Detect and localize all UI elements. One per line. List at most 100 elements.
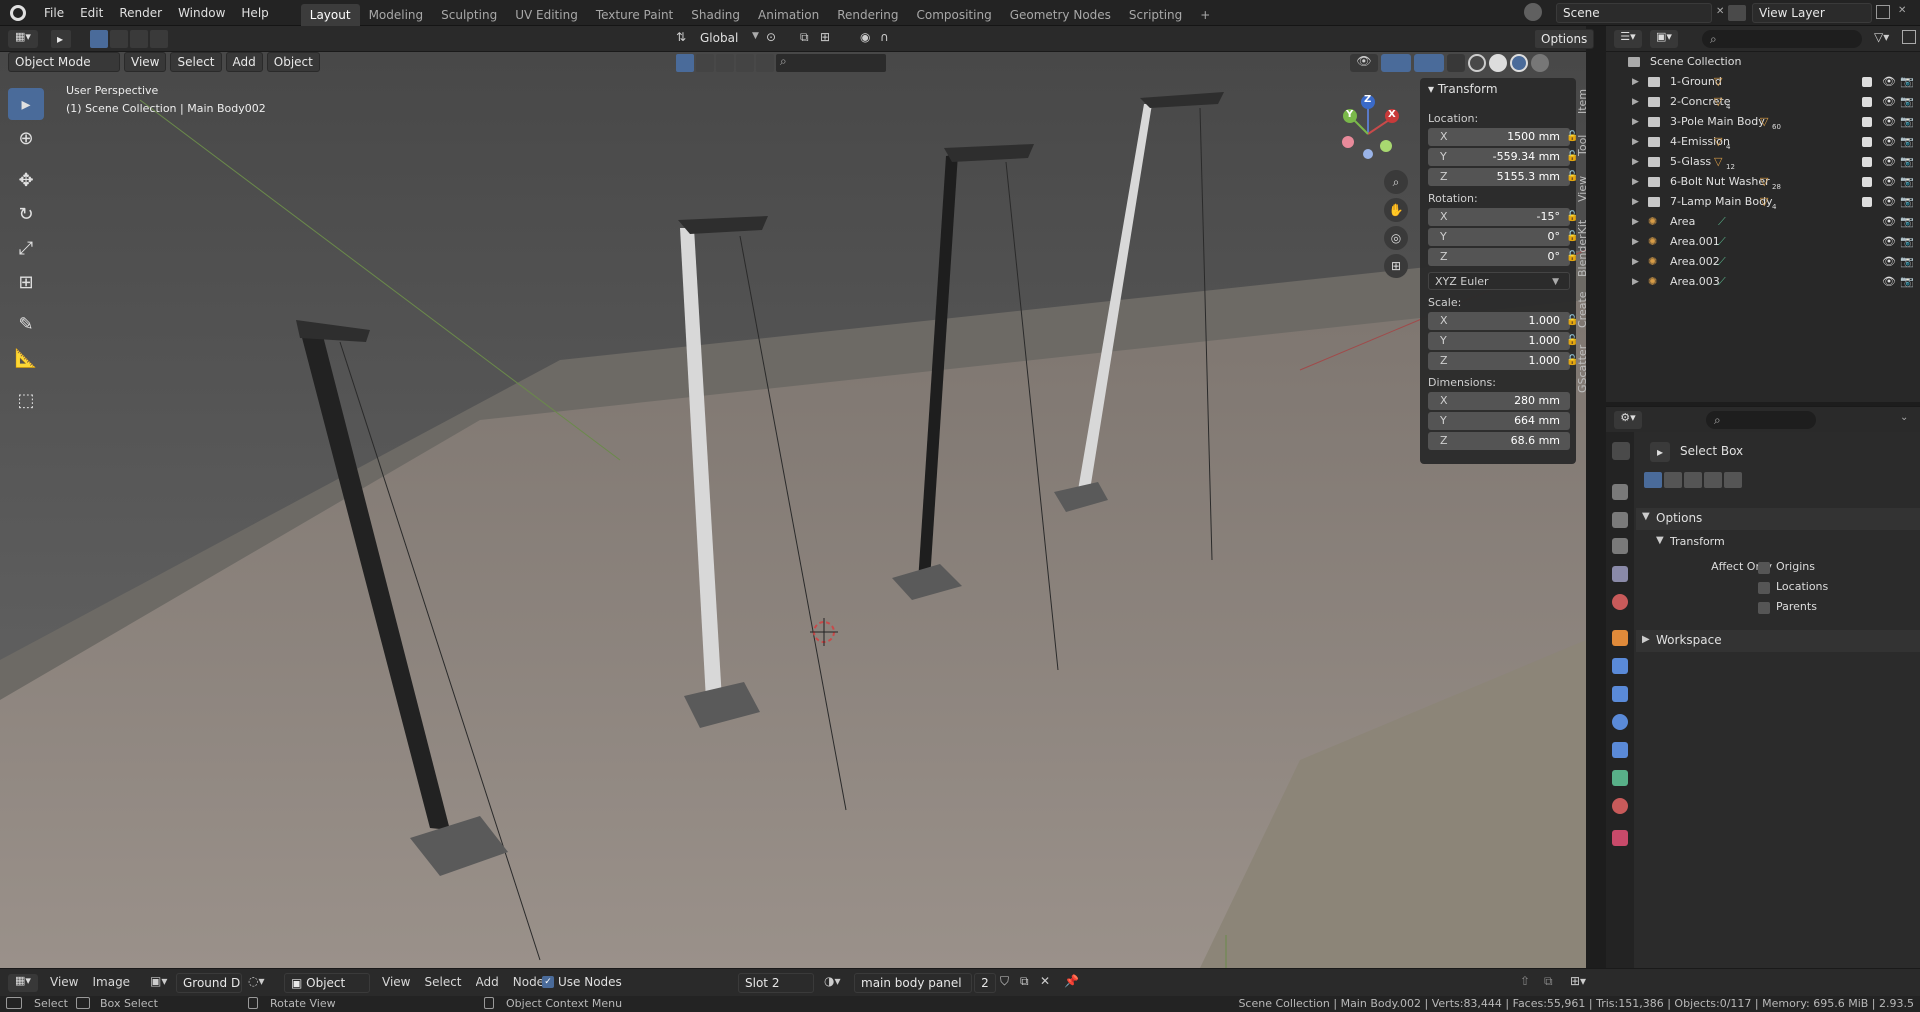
image-field[interactable]: Ground Di [176,973,242,993]
blender-logo-icon[interactable] [10,4,26,21]
add-cube-tool-icon[interactable]: ⬚ [8,384,44,416]
camera-icon[interactable]: 📷 [1900,132,1914,152]
close-icon[interactable]: ✕ [1898,5,1906,16]
eye-icon[interactable]: 👁 [1882,92,1896,112]
dimensions-y-field[interactable]: Y 664 mm [1428,412,1570,430]
world-filter-icon[interactable] [736,54,754,72]
scene-field[interactable]: Scene [1556,3,1712,23]
pan-hand-icon[interactable]: ✋ [1384,198,1408,222]
rendered-shading-icon[interactable] [1531,54,1549,72]
mode-subtract-icon[interactable] [130,30,148,48]
new-collection-icon[interactable] [1902,30,1916,44]
outliner-row[interactable]: ▶ 4-Emission ▽ 4 👁 📷 [1606,132,1920,152]
side-tab-item[interactable]: Item [1576,86,1594,116]
options-dropdown[interactable]: Options [1534,29,1595,49]
tab-modeling[interactable]: Modeling [360,4,433,26]
tab-geometry-nodes[interactable]: Geometry Nodes [1001,4,1120,26]
physics-tab-icon[interactable] [1612,714,1628,730]
snap-icon[interactable]: ⧉ [1544,974,1553,989]
texture-tab-icon[interactable] [1612,830,1628,846]
world-tab-icon[interactable] [1612,594,1628,610]
mode-new-icon[interactable] [1644,472,1662,488]
display-mode-icon[interactable]: ▣▾ [1650,30,1678,48]
select-filter-icon[interactable] [676,54,694,72]
scale-y-field[interactable]: Y 1.000 [1428,332,1570,350]
origins-checkbox[interactable] [1758,562,1770,574]
duplicate-icon[interactable]: ⧉ [1020,974,1029,989]
eye-icon[interactable]: 👁 [1882,132,1896,152]
node-menu-node[interactable]: Node [513,975,544,989]
chevron-right-icon[interactable]: ▶ [1632,92,1639,112]
xray-icon[interactable] [1447,54,1465,72]
chevron-right-icon[interactable]: ▶ [1632,132,1639,152]
exclude-checkbox[interactable] [1862,137,1872,147]
annotate-tool-icon[interactable]: ✎ [8,308,44,340]
tab-layout[interactable]: Layout [300,3,360,26]
side-tab-view[interactable]: View [1576,174,1594,204]
transform-panel-header[interactable]: ▾ Transform [1428,82,1498,96]
outliner-row[interactable]: ▶ 6-Bolt Nut Washer ▽ 28 👁 📷 [1606,172,1920,192]
render-tab-icon[interactable] [1612,484,1628,500]
rotate-tool-icon[interactable]: ↻ [8,198,44,230]
measure-tool-icon[interactable]: 📐 [8,342,44,374]
chevron-right-icon[interactable]: ▶ [1632,192,1639,212]
mode-extend-icon[interactable] [1664,472,1682,488]
tab-animation[interactable]: Animation [749,4,828,26]
chevron-right-icon[interactable]: ▶ [1632,272,1639,292]
visibility-icon[interactable]: 👁 [1350,54,1378,72]
menu-render[interactable]: Render [111,0,170,26]
select-tool-icon[interactable]: ▸ [50,29,72,49]
menu-file[interactable]: File [36,0,72,26]
slot-dropdown[interactable]: Slot 2 [738,973,814,993]
location-y-field[interactable]: Y -559.34 mm [1428,148,1570,166]
exclude-checkbox[interactable] [1862,157,1872,167]
3d-viewport[interactable]: User Perspective (1) Scene Collection | … [0,52,1586,968]
material-filter-icon[interactable] [716,54,734,72]
scene-tab-icon[interactable] [1612,566,1628,582]
location-z-field[interactable]: Z 5155.3 mm [1428,168,1570,186]
menu-window[interactable]: Window [170,0,233,26]
transform-subsection-header[interactable]: ▼ Transform [1650,532,1920,552]
bottom-menu-view[interactable]: View [50,975,78,989]
close-icon[interactable]: ✕ [1716,6,1724,17]
node-menu-select[interactable]: Select [424,975,461,989]
view-layer-field[interactable]: View Layer [1752,3,1872,23]
eye-icon[interactable]: 👁 [1882,72,1896,92]
select-mode-group[interactable] [90,30,180,48]
side-tab-blenderkit[interactable]: BlenderKit [1576,218,1594,278]
node-menu-add[interactable]: Add [476,975,499,989]
editor-type-icon[interactable]: ▦▾ [8,974,38,992]
solid-shading-icon[interactable] [1489,54,1507,72]
filter-icon[interactable]: ▽▾ [1874,30,1889,44]
tab-uv-editing[interactable]: UV Editing [506,4,587,26]
pivot-icon[interactable]: ⊙ [766,30,776,44]
material-users-count[interactable]: 2 [974,973,996,993]
exclude-checkbox[interactable] [1862,77,1872,87]
mode-subtract-icon[interactable] [1684,472,1702,488]
copy-icon[interactable] [1876,5,1890,19]
ortho-grid-icon[interactable]: ⊞ [1384,254,1408,278]
exclude-checkbox[interactable] [1862,117,1872,127]
viewport-menu-object[interactable]: Object [266,52,320,72]
tool-tab-icon[interactable] [1612,442,1630,460]
chevron-down-icon[interactable]: ⌄ [1900,412,1908,423]
exclude-checkbox[interactable] [1862,197,1872,207]
chevron-right-icon[interactable]: ▶ [1632,232,1639,252]
mode-intersect-icon[interactable] [1724,472,1742,488]
select-box-tool-icon[interactable]: ▸ [8,88,44,120]
mode-new-icon[interactable] [90,30,108,48]
eye-icon[interactable]: 👁 [1882,232,1896,252]
view-layer-icon[interactable] [1728,5,1746,21]
overlay-icon[interactable]: ⊞▾ [1570,974,1586,988]
chevron-right-icon[interactable]: ▶ [1632,152,1639,172]
outliner-row[interactable]: ▶ ✺ Area ⟋ 👁 📷 [1606,212,1920,232]
scene-icon[interactable] [1524,3,1542,21]
mode-extend-icon[interactable] [110,30,128,48]
options-section-header[interactable]: ▼ Options [1636,508,1920,530]
eye-icon[interactable]: 👁 [1882,212,1896,232]
camera-icon[interactable]: 📷 [1900,92,1914,112]
parent-node-icon[interactable]: ⇧ [1520,974,1530,988]
transform-tool-icon[interactable]: ⊞ [8,266,44,298]
material-tab-icon[interactable] [1612,798,1628,814]
parents-checkbox[interactable] [1758,602,1770,614]
